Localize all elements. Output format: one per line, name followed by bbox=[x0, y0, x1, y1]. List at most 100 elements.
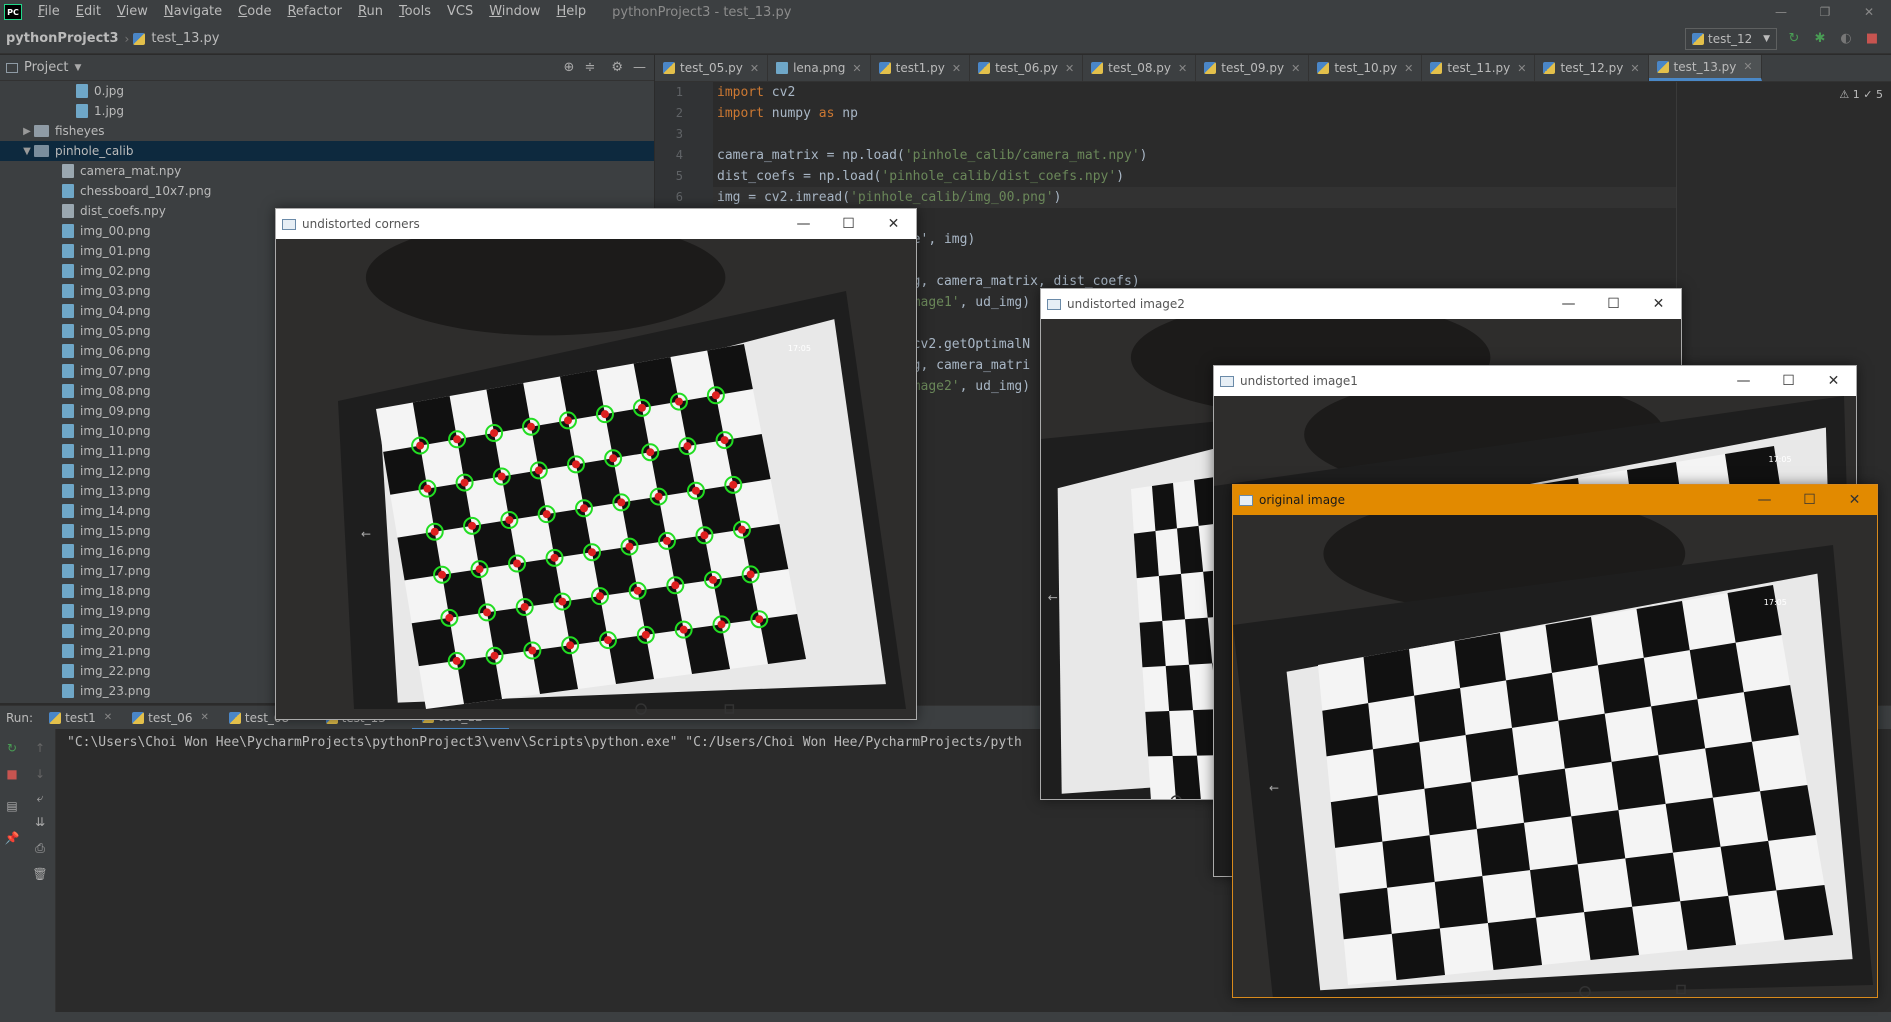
maximize-icon[interactable]: ☐ bbox=[1591, 289, 1636, 319]
menu-item[interactable]: Help bbox=[548, 0, 594, 24]
locate-icon[interactable]: ⊕ bbox=[564, 60, 575, 75]
inspections-widget[interactable]: ⚠ 1 ✓ 5 bbox=[1839, 88, 1883, 101]
corner-point bbox=[438, 570, 447, 579]
arrow-up-icon[interactable]: ↑ bbox=[32, 741, 48, 757]
menu-item[interactable]: Tools bbox=[391, 0, 439, 24]
minimize-icon[interactable]: — bbox=[1721, 366, 1766, 396]
restore-icon[interactable]: ❐ bbox=[1803, 5, 1847, 19]
code-token: 'pinhole_calib/dist_coefs.npy' bbox=[881, 169, 1117, 184]
close-tab-icon[interactable]: ✕ bbox=[952, 62, 961, 75]
arrow-down-icon[interactable]: ↓ bbox=[32, 767, 48, 783]
close-tab-icon[interactable]: ✕ bbox=[750, 62, 759, 75]
menu-item[interactable]: VCS bbox=[439, 0, 481, 24]
project-panel-title[interactable]: Project bbox=[24, 60, 68, 75]
close-icon[interactable]: ✕ bbox=[1811, 366, 1856, 396]
editor-tab[interactable]: test1.py ✕ bbox=[871, 55, 971, 81]
original-image-window[interactable]: original image — ☐ ✕ 17:05 ← bbox=[1232, 484, 1878, 998]
code-token: np bbox=[834, 106, 858, 121]
close-icon[interactable]: ✕ bbox=[871, 209, 916, 239]
close-tab-icon[interactable]: ✕ bbox=[852, 62, 861, 75]
hide-icon[interactable]: — bbox=[633, 60, 646, 75]
close-tab-icon[interactable]: ✕ bbox=[1743, 60, 1752, 73]
run-config-select[interactable]: test_12 ▼ bbox=[1685, 27, 1777, 50]
menu-item[interactable]: File bbox=[30, 0, 68, 24]
breadcrumb-file[interactable]: test_13.py bbox=[145, 31, 225, 46]
stop-icon[interactable]: ■ bbox=[1863, 30, 1881, 48]
gear-icon[interactable]: ⚙ bbox=[611, 60, 623, 75]
minimize-icon[interactable]: — bbox=[1759, 5, 1803, 19]
close-tab-icon[interactable]: ✕ bbox=[1065, 62, 1074, 75]
editor-tab[interactable]: test_09.py ✕ bbox=[1196, 55, 1310, 81]
close-tab-icon[interactable]: ✕ bbox=[1517, 62, 1526, 75]
editor-tab[interactable]: test_05.py ✕ bbox=[655, 55, 769, 81]
run-tab[interactable]: test1 ✕ bbox=[39, 706, 122, 730]
chessboard-square bbox=[1487, 917, 1542, 970]
close-tab-icon[interactable]: ✕ bbox=[1630, 62, 1639, 75]
image-file-icon bbox=[62, 424, 74, 438]
editor-tab[interactable]: test_06.py ✕ bbox=[970, 55, 1084, 81]
pin-icon[interactable]: 📌 bbox=[4, 831, 20, 847]
tree-item[interactable]: 1.jpg bbox=[0, 101, 654, 121]
window-titlebar[interactable]: undistorted image2 — ☐ ✕ bbox=[1041, 289, 1681, 319]
minimize-icon[interactable]: — bbox=[781, 209, 826, 239]
breadcrumb-project[interactable]: pythonProject3 bbox=[0, 31, 125, 46]
menu-item[interactable]: Run bbox=[350, 0, 391, 24]
window-titlebar[interactable]: original image — ☐ ✕ bbox=[1233, 485, 1877, 515]
rerun-icon[interactable]: ↻ bbox=[1785, 30, 1803, 48]
menu-item[interactable]: View bbox=[109, 0, 156, 24]
menu-label: VCS bbox=[446, 4, 474, 19]
scroll-to-end-icon[interactable]: ⇊ bbox=[32, 815, 48, 831]
menu-mnemonic: V bbox=[116, 4, 126, 19]
code-token: , ud_img) bbox=[959, 295, 1031, 310]
close-icon[interactable]: ✕ bbox=[1636, 289, 1681, 319]
close-icon[interactable]: ✕ bbox=[1847, 5, 1891, 19]
close-tab-icon[interactable]: ✕ bbox=[1291, 62, 1300, 75]
editor-tab[interactable]: test_10.py ✕ bbox=[1309, 55, 1423, 81]
menu-item[interactable]: Refactor bbox=[279, 0, 350, 24]
rerun-icon[interactable]: ↻ bbox=[4, 741, 20, 757]
menu-label: avigate bbox=[173, 4, 223, 19]
tree-item[interactable]: ▼ pinhole_calib bbox=[0, 141, 654, 161]
soft-wrap-icon[interactable]: ⤶ bbox=[32, 791, 48, 807]
window-titlebar[interactable]: undistorted image1 — ☐ ✕ bbox=[1214, 366, 1856, 396]
expand-arrow-icon[interactable]: ▼ bbox=[20, 146, 34, 157]
menu-item[interactable]: Navigate bbox=[156, 0, 230, 24]
window-titlebar[interactable]: undistorted corners — ☐ ✕ bbox=[276, 209, 916, 239]
minimize-icon[interactable]: — bbox=[1546, 289, 1591, 319]
undistorted-corners-window[interactable]: undistorted corners — ☐ ✕ 17:05 ← bbox=[275, 208, 917, 720]
menu-item[interactable]: Edit bbox=[68, 0, 109, 24]
expand-arrow-icon[interactable]: ▶ bbox=[20, 126, 34, 137]
maximize-icon[interactable]: ☐ bbox=[826, 209, 871, 239]
tree-item-label: img_21.png bbox=[80, 644, 151, 658]
corner-point bbox=[423, 484, 432, 493]
editor-tab[interactable]: test_11.py ✕ bbox=[1422, 55, 1536, 81]
menu-item[interactable]: Code bbox=[230, 0, 279, 24]
maximize-icon[interactable]: ☐ bbox=[1766, 366, 1811, 396]
close-tab-icon[interactable]: ✕ bbox=[104, 712, 112, 723]
tree-item[interactable]: 0.jpg bbox=[0, 81, 654, 101]
layout-icon[interactable]: ▤ bbox=[4, 799, 20, 815]
close-tab-icon[interactable]: ✕ bbox=[1404, 62, 1413, 75]
stop-icon[interactable]: ■ bbox=[4, 767, 20, 783]
close-icon[interactable]: ✕ bbox=[1832, 485, 1877, 515]
tree-item[interactable]: chessboard_10x7.png bbox=[0, 181, 654, 201]
editor-tab[interactable]: lena.png ✕ bbox=[768, 55, 871, 81]
close-tab-icon[interactable]: ✕ bbox=[200, 712, 208, 723]
collapse-all-icon[interactable]: ≑ bbox=[584, 60, 595, 75]
menu-item[interactable]: Window bbox=[481, 0, 548, 24]
editor-tab[interactable]: test_13.py ✕ bbox=[1648, 55, 1762, 81]
close-tab-icon[interactable]: ✕ bbox=[1178, 62, 1187, 75]
maximize-icon[interactable]: ☐ bbox=[1787, 485, 1832, 515]
tree-item[interactable]: ▶ fisheyes bbox=[0, 121, 654, 141]
run-tab[interactable]: test_06 ✕ bbox=[122, 706, 219, 730]
tree-item-label: img_04.png bbox=[80, 304, 151, 318]
chevron-down-icon[interactable]: ▼ bbox=[74, 63, 81, 73]
print-icon[interactable]: ⎙ bbox=[32, 841, 48, 857]
editor-tab[interactable]: test_08.py ✕ bbox=[1083, 55, 1197, 81]
trash-icon[interactable]: 🗑 bbox=[32, 867, 48, 883]
editor-tab[interactable]: test_12.py ✕ bbox=[1535, 55, 1649, 81]
coverage-icon[interactable]: ◐ bbox=[1837, 30, 1855, 48]
tree-item[interactable]: camera_mat.npy bbox=[0, 161, 654, 181]
minimize-icon[interactable]: — bbox=[1742, 485, 1787, 515]
debug-icon[interactable]: ✱ bbox=[1811, 30, 1829, 48]
